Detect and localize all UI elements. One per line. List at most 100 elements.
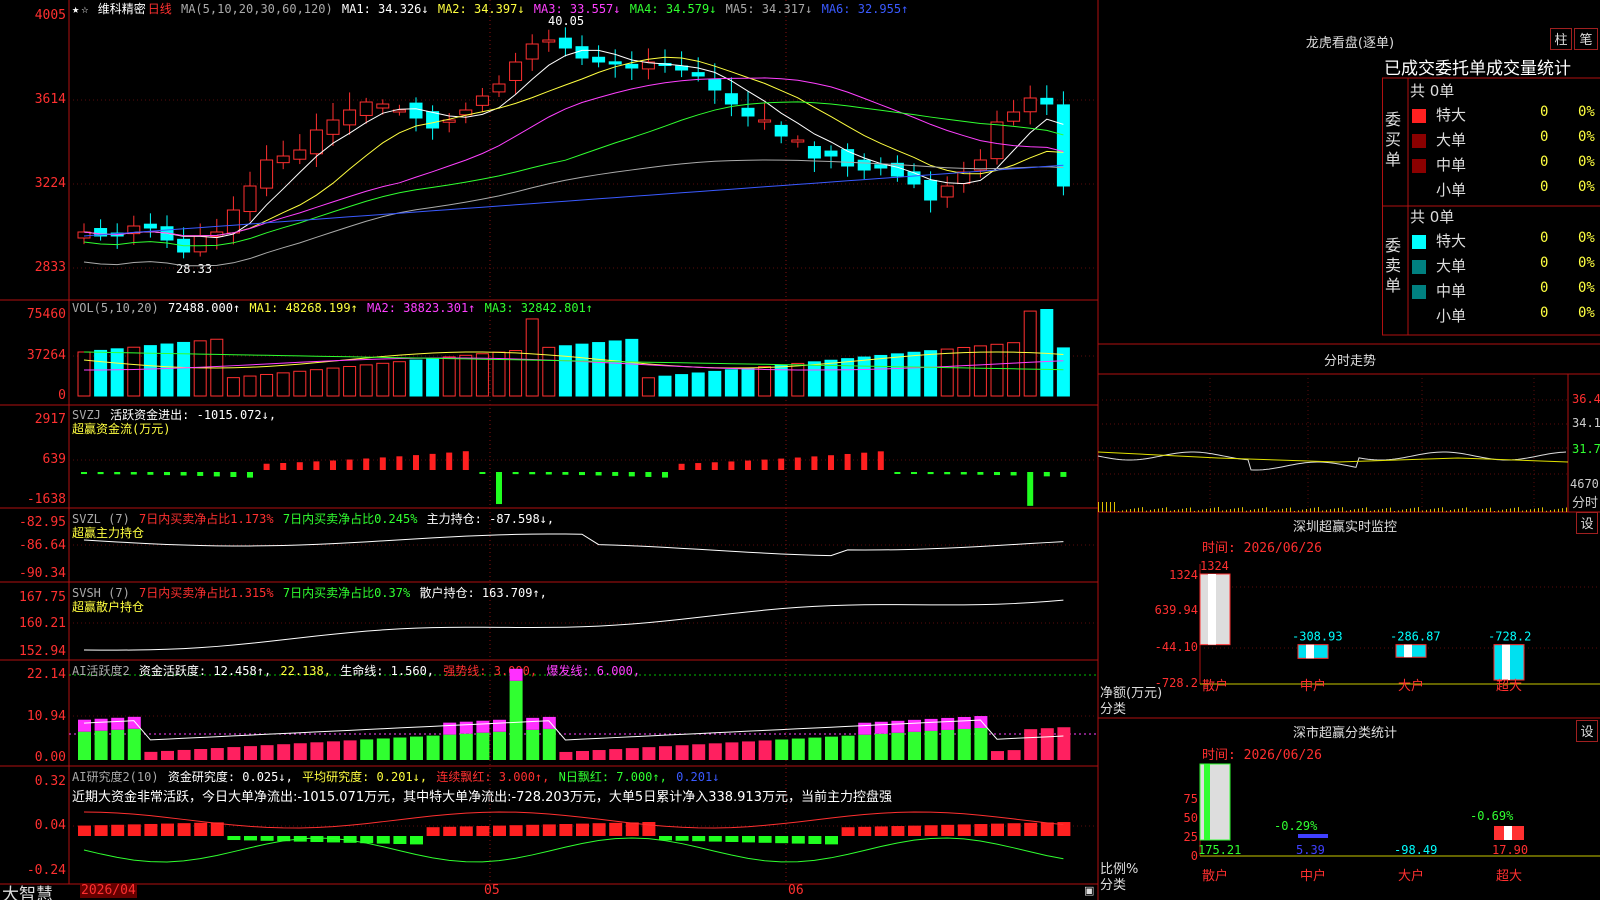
fund-flow-bar	[778, 458, 785, 470]
candle-body	[293, 149, 307, 160]
fund-flow-bar	[81, 472, 87, 475]
buy-total: 共 0单	[1410, 82, 1455, 100]
monitor-y-tick: -44.10	[1154, 640, 1198, 654]
research-bar	[825, 836, 838, 845]
fund-flow-bar	[828, 455, 834, 470]
candle-body	[691, 72, 705, 77]
activity-bar	[808, 737, 822, 760]
candle-body	[807, 146, 821, 159]
volume-bar	[675, 374, 689, 397]
sell-swatch	[1412, 235, 1426, 249]
research-bar	[111, 824, 125, 836]
volume-bar	[409, 359, 423, 397]
buy-row-count: 0	[1540, 129, 1549, 145]
activity-bar	[426, 735, 440, 760]
activity-bar	[1040, 728, 1054, 760]
sell-row-pct: 0%	[1578, 230, 1595, 246]
research-bar	[244, 836, 257, 841]
activity-bar-top	[111, 717, 125, 730]
activity-bar	[825, 736, 838, 760]
activity-bar	[675, 745, 689, 760]
lock-icon[interactable]: ▣	[1084, 884, 1094, 897]
research-line-red	[83, 811, 1064, 829]
research-bar	[625, 822, 639, 836]
activity-bar	[177, 749, 191, 760]
research-bar	[974, 824, 988, 836]
research-bar	[1007, 823, 1021, 836]
fund-flow-bar	[529, 472, 536, 475]
stats-settings-button[interactable]: 设	[1576, 720, 1598, 742]
candle-body	[226, 209, 240, 234]
monitor-bar-chart[interactable]: 1324 -308.93 -286.87 -728.2 散户 中户 大户 超大	[1199, 559, 1600, 694]
kline-chart[interactable]	[0, 0, 1100, 890]
volume-bar	[592, 342, 606, 397]
activity-bar	[476, 732, 490, 760]
intraday-chart[interactable]	[1097, 374, 1569, 514]
monitor-settings-button[interactable]: 设	[1576, 512, 1598, 534]
fund-flow-bar	[545, 472, 552, 475]
activity-bar	[293, 743, 307, 760]
activity-bar	[78, 731, 91, 760]
activity-bar-top	[908, 719, 921, 732]
fund-flow-bar	[894, 472, 901, 475]
candle-body	[824, 150, 838, 157]
candle-body	[608, 61, 622, 65]
candle-body	[326, 119, 340, 135]
fund-flow-bar	[911, 472, 917, 475]
research-bar	[426, 827, 440, 836]
fund-flow-bar	[678, 463, 685, 470]
fund-flow-bar	[247, 472, 253, 478]
intraday-volume-bar	[1114, 502, 1115, 512]
brand-logo: 大智慧	[2, 885, 53, 900]
activity-bar-top	[924, 718, 938, 731]
volume-bar	[293, 370, 307, 397]
fund-flow-bar	[695, 463, 702, 470]
volume-bar	[442, 356, 456, 397]
volume-bar	[376, 362, 390, 397]
intraday-tick: 4670	[1570, 477, 1599, 491]
activity-bar	[210, 748, 224, 760]
activity-bar	[841, 735, 855, 760]
volume-bar	[1056, 347, 1070, 397]
research-bar	[144, 823, 158, 836]
candle-body	[841, 149, 855, 167]
stats-value-label: -98.49	[1394, 843, 1437, 857]
buy-row-count: 0	[1540, 179, 1549, 195]
stats-category-label: 超大	[1496, 869, 1522, 884]
volume-bar	[957, 346, 971, 397]
research-bar	[692, 836, 706, 842]
candle-body	[774, 124, 788, 137]
activity-bar-top	[459, 721, 473, 734]
monitor-title: 深圳超赢实时监控	[1292, 520, 1397, 535]
monitor-y-tick: 639.94	[1154, 603, 1198, 617]
buy-row-name: 特大	[1436, 106, 1467, 124]
fund-flow-bar	[97, 472, 104, 475]
volume-bar	[226, 377, 240, 397]
fund-flow-bar	[960, 472, 967, 475]
candle-body	[525, 43, 539, 60]
bar-view-button[interactable]: 柱	[1550, 28, 1572, 50]
research-bar	[542, 824, 556, 836]
stats-y-tick: 25	[1183, 830, 1198, 844]
fund-flow-bar	[147, 472, 154, 475]
volume-bar	[691, 372, 705, 397]
buy-row-name: 小单	[1436, 181, 1467, 199]
activity-bar-top	[443, 722, 457, 735]
activity-bar	[625, 748, 639, 760]
fund-flow-bar	[512, 472, 519, 475]
stats-category-label: 大户	[1398, 868, 1424, 884]
xaxis-jun: 06	[788, 883, 804, 898]
sell-row-count: 0	[1540, 280, 1549, 296]
volume-bar	[243, 375, 257, 397]
research-bar	[194, 822, 208, 836]
candle-body	[542, 39, 556, 43]
sell-order-label: 委卖单	[1385, 236, 1402, 295]
volume-bar	[658, 375, 672, 397]
volume-bar	[758, 366, 772, 397]
stats-bar-chart[interactable]: -0.29% -0.69% 175.21 5.39 -98.49 17.90 散户 中户 大户 超…	[1198, 760, 1600, 900]
tick-view-button[interactable]: 笔	[1574, 28, 1598, 50]
activity-bar	[161, 750, 174, 760]
monitor-bar-label: 1324	[1200, 559, 1229, 573]
fund-flow-bar	[1043, 472, 1050, 477]
activity-bar	[858, 734, 872, 760]
